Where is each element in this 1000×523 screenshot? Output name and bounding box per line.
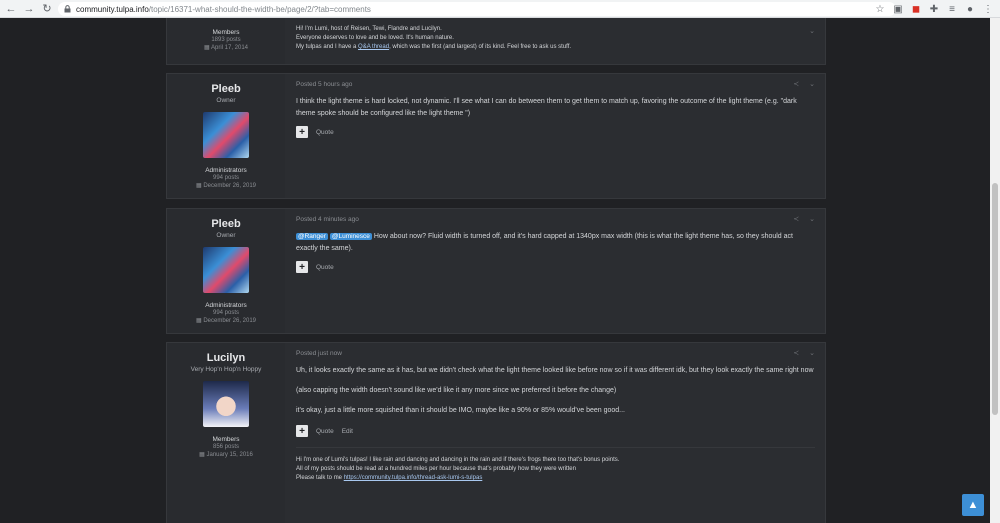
author-join-date: ▦ April 17, 2014	[203, 45, 249, 51]
share-icon[interactable]: ≺	[793, 215, 799, 223]
url-domain: community.tulpa.info	[76, 4, 149, 14]
quote-button[interactable]: Quote	[316, 129, 334, 136]
lock-icon	[62, 4, 72, 14]
author-post-count: 1893 posts	[211, 37, 241, 43]
star-icon[interactable]: ☆	[874, 3, 886, 15]
author-title: Owner	[216, 97, 236, 104]
back-icon[interactable]: ←	[4, 2, 18, 16]
author-panel: Pleeb Owner Administrators 994 posts ▦ D…	[167, 209, 285, 333]
author-name[interactable]: Pleeb	[167, 218, 285, 230]
add-reaction-button[interactable]: +	[296, 261, 308, 273]
profile-icon[interactable]: ●	[964, 3, 976, 15]
page-scrollbar[interactable]	[990, 18, 1000, 523]
post-body: I think the light theme is hard locked, …	[296, 98, 797, 117]
edit-button[interactable]: Edit	[342, 428, 353, 435]
quote-button[interactable]: Quote	[316, 428, 334, 435]
avatar[interactable]	[203, 247, 249, 293]
chevron-up-icon: ▲	[967, 499, 979, 511]
author-name[interactable]: Pleeb	[167, 83, 285, 95]
back-to-top-button[interactable]: ▲	[962, 494, 984, 516]
mention-ranger[interactable]: @Ranger	[296, 233, 328, 240]
share-icon[interactable]: ≺	[793, 349, 799, 357]
quote-button[interactable]: Quote	[316, 264, 334, 271]
author-panel: Pleeb Owner Administrators 994 posts ▦ D…	[167, 74, 285, 198]
avatar[interactable]	[203, 112, 249, 158]
author-title: Very Hop'n Hop'n Hoppy	[190, 366, 262, 373]
post-fragment: Members 1893 posts ▦ April 17, 2014 Hi! …	[166, 18, 826, 65]
menu-icon[interactable]: ⋮	[982, 3, 994, 15]
author-group: Members	[212, 436, 240, 443]
extension-icon[interactable]: ▣	[892, 3, 904, 15]
expand-icon[interactable]: ⌄	[809, 349, 815, 357]
qa-thread-link[interactable]: Q&A thread	[358, 44, 389, 50]
author-group: Administrators	[205, 167, 247, 174]
reading-list-icon[interactable]: ≡	[946, 3, 958, 15]
author-name[interactable]: Lucilyn	[167, 352, 285, 364]
puzzle-icon[interactable]: ✚	[928, 3, 940, 15]
expand-icon[interactable]: ⌄	[809, 27, 815, 35]
url-path: /topic/16371-what-should-the-width-be/pa…	[148, 4, 371, 14]
add-reaction-button[interactable]: +	[296, 425, 308, 437]
post-body: @Ranger @Luminesce How about now? Fluid …	[296, 233, 793, 252]
mention-luminesce[interactable]: @Luminesce	[329, 233, 372, 240]
browser-toolbar: ← → ↻ community.tulpa.info/topic/16371-w…	[0, 0, 1000, 18]
signature: Hi I'm one of Lumi's tulpas! I like rain…	[296, 447, 815, 483]
author-group: Members	[212, 29, 240, 36]
page: Members 1893 posts ▦ April 17, 2014 Hi! …	[0, 18, 990, 523]
forward-icon[interactable]: →	[22, 2, 36, 16]
scroll-thumb[interactable]	[992, 183, 998, 415]
author-title: Owner	[216, 232, 236, 239]
avatar[interactable]	[203, 381, 249, 427]
author-post-count: 856 posts	[212, 444, 240, 450]
author-join-date: ▦ December 26, 2019	[195, 318, 257, 324]
calendar-icon: ▦	[203, 45, 211, 51]
post-time[interactable]: Posted 4 minutes ago	[296, 216, 815, 223]
post-time[interactable]: Posted just now	[296, 350, 815, 357]
author-post-count: 994 posts	[212, 175, 240, 181]
add-reaction-button[interactable]: +	[296, 126, 308, 138]
expand-icon[interactable]: ⌄	[809, 215, 815, 223]
post-body: Uh, it looks exactly the same as it has,…	[296, 367, 814, 414]
ask-lumi-tulpas-link[interactable]: https://community.tulpa.info/thread-ask-…	[344, 475, 483, 481]
signature: Hi! I'm Lumi, host of Reisen, Tewi, Flan…	[296, 26, 572, 50]
author-join-date: ▦ December 26, 2019	[195, 183, 257, 189]
extension-red-icon[interactable]: ◼	[910, 3, 922, 15]
post-item: Pleeb Owner Administrators 994 posts ▦ D…	[166, 73, 826, 199]
address-bar[interactable]: community.tulpa.info/topic/16371-what-sh…	[58, 2, 896, 16]
author-panel: Lucilyn Very Hop'n Hop'n Hoppy Members 8…	[167, 343, 285, 523]
share-icon[interactable]: ≺	[793, 80, 799, 88]
post-item: Pleeb Owner Administrators 994 posts ▦ D…	[166, 208, 826, 334]
author-post-count: 994 posts	[212, 310, 240, 316]
author-panel: Members 1893 posts ▦ April 17, 2014	[167, 18, 285, 64]
author-join-date: ▦ January 15, 2016	[199, 452, 253, 458]
post-item: Lucilyn Very Hop'n Hop'n Hoppy Members 8…	[166, 342, 826, 523]
expand-icon[interactable]: ⌄	[809, 80, 815, 88]
post-time[interactable]: Posted 5 hours ago	[296, 81, 815, 88]
author-group: Administrators	[205, 302, 247, 309]
reload-icon[interactable]: ↻	[40, 2, 54, 16]
